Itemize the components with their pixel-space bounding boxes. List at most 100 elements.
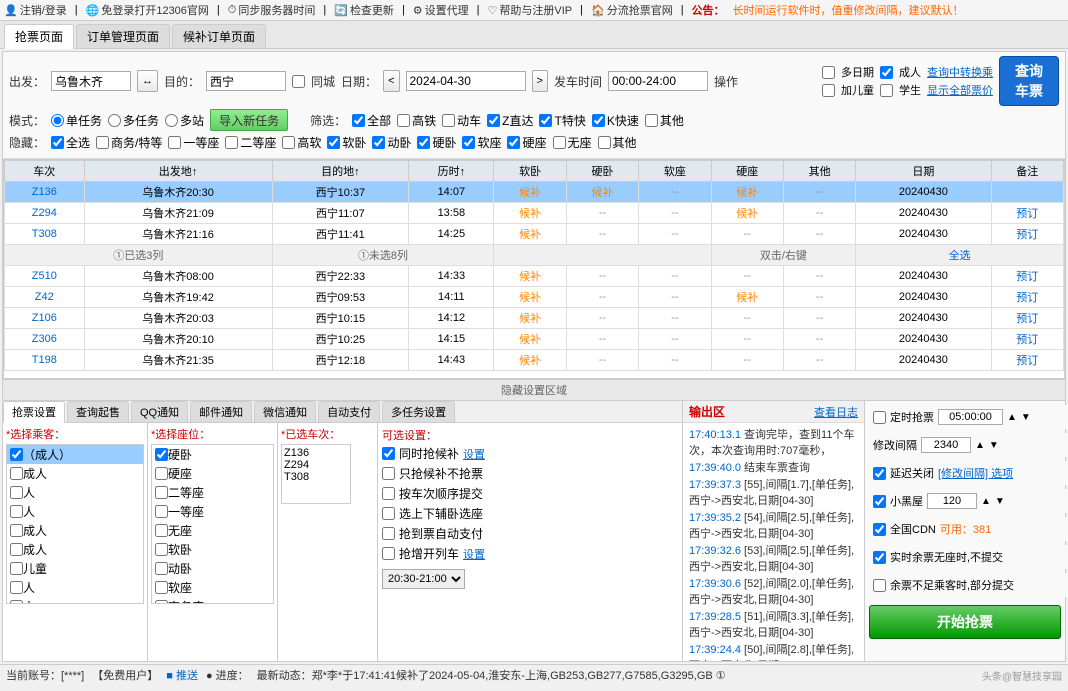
to-input[interactable] [206, 71, 286, 91]
hide-wuzuo[interactable]: 无座 [553, 134, 592, 151]
tab-wechat-notify[interactable]: 微信通知 [254, 401, 316, 422]
same-city-checkbox[interactable] [292, 75, 305, 88]
filter-other[interactable]: 其他 [645, 112, 684, 129]
train-link[interactable]: Z306 [32, 333, 57, 345]
col-ruanwo[interactable]: 软卧 [494, 161, 566, 182]
seat-item[interactable]: 硬座 [152, 464, 273, 483]
delay-close-checkbox[interactable] [873, 467, 886, 480]
train-list-item[interactable]: Z136 [284, 447, 348, 459]
option-auto-pay[interactable]: 抢到票自动支付 [382, 525, 678, 542]
prev-date-btn[interactable]: < [383, 70, 399, 92]
hide-vip[interactable]: 商务/特等 [96, 134, 162, 151]
tab-grab-settings[interactable]: 抢票设置 [3, 401, 65, 423]
col-ruanzuo[interactable]: 软座 [639, 161, 711, 182]
passenger-item[interactable]: 成人 [7, 540, 143, 559]
passenger-item[interactable]: 成人 [7, 521, 143, 540]
check-update-btn[interactable]: 🔄 检查更新 [334, 2, 394, 18]
mode-single[interactable]: 单任务 [51, 112, 102, 129]
time-input[interactable] [608, 71, 708, 91]
sync-time-btn[interactable]: ⏱ 同步服务器时间 [228, 2, 316, 18]
table-row[interactable]: T308 乌鲁木齐21:16 西宁11:41 14:25 候补 -- -- --… [5, 224, 1064, 245]
interval-input[interactable] [921, 437, 971, 453]
hide-second[interactable]: 二等座 [225, 134, 276, 151]
swap-btn[interactable]: ↔ [137, 70, 158, 92]
interval-spinner-down[interactable]: ▼ [989, 440, 999, 451]
option-extra-train[interactable]: 抢增开列车 设置 [382, 545, 678, 562]
passenger-list[interactable]: （成人） 成人 人 人 [6, 444, 144, 604]
interval-spinner-up[interactable]: ▲ [975, 440, 985, 451]
seat-item[interactable]: 硬卧 [152, 445, 273, 464]
timed-grab-checkbox[interactable] [873, 411, 886, 424]
vip-btn[interactable]: ♡ 帮助与注册VIP [488, 2, 573, 18]
passenger-item[interactable]: 儿童 [7, 559, 143, 578]
hide-yingwo[interactable]: 硬卧 [417, 134, 456, 151]
seat-item[interactable]: 无座 [152, 521, 273, 540]
hide-dongwo[interactable]: 动卧 [372, 134, 411, 151]
train-link[interactable]: Z510 [32, 270, 57, 282]
seat-item[interactable]: 二等座 [152, 483, 273, 502]
time-spinner-down[interactable]: ▼ [1021, 412, 1031, 423]
passenger-item[interactable]: 人 [7, 502, 143, 521]
multi-date-checkbox[interactable] [822, 66, 835, 79]
cdn-checkbox[interactable] [873, 523, 886, 536]
passenger-item[interactable]: （成人） [7, 445, 143, 464]
hide-yingzuo[interactable]: 硬座 [507, 134, 546, 151]
col-yingzuo[interactable]: 硬座 [711, 161, 783, 182]
option-backup-only[interactable]: 只抢候补不抢票 [382, 465, 678, 482]
query-btn[interactable]: 查询车票 [999, 56, 1059, 106]
filter-z[interactable]: Z直达 [487, 112, 533, 129]
timed-grab-time[interactable] [938, 409, 1003, 425]
col-yingwo[interactable]: 硬卧 [566, 161, 638, 182]
seat-item[interactable]: 软卧 [152, 540, 273, 559]
section-divider[interactable]: 隐藏设置区域 [3, 379, 1065, 401]
push-btn[interactable]: ■ 推送 [166, 667, 198, 683]
seat-item[interactable]: 软座 [152, 578, 273, 597]
partial-checkbox[interactable] [873, 579, 886, 592]
passenger-item[interactable]: 人 [7, 483, 143, 502]
seat-list[interactable]: 硬卧 硬座 二等座 一等座 [151, 444, 274, 604]
col-other[interactable]: 其他 [783, 161, 855, 182]
col-duration[interactable]: 历时↑ [409, 161, 494, 182]
filter-gaotie[interactable]: 高铁 [397, 112, 436, 129]
option-order-submit[interactable]: 按车次顺序提交 [382, 485, 678, 502]
hide-other[interactable]: 其他 [598, 134, 637, 151]
time-range-select[interactable]: 20:30-21:00 [382, 569, 465, 589]
tab-email-notify[interactable]: 邮件通知 [190, 401, 252, 422]
tab-auto-pay[interactable]: 自动支付 [318, 401, 380, 422]
hide-ruanzuo[interactable]: 软座 [462, 134, 501, 151]
add-child-checkbox[interactable] [822, 84, 835, 97]
realtime-checkbox[interactable] [873, 551, 886, 564]
hide-first[interactable]: 一等座 [168, 134, 219, 151]
tab-multi-task[interactable]: 多任务设置 [382, 401, 455, 422]
blacklist-spinner-up[interactable]: ▲ [981, 496, 991, 507]
delay-option-link[interactable]: [修改间隔] 选项 [938, 465, 1013, 481]
train-link[interactable]: Z106 [32, 312, 57, 324]
train-link[interactable]: T198 [32, 354, 57, 366]
tab-query-sale[interactable]: 查询起售 [67, 401, 129, 422]
seat-item[interactable]: 一等座 [152, 502, 273, 521]
hide-ruanwo[interactable]: 软卧 [327, 134, 366, 151]
filter-k[interactable]: K快速 [592, 112, 639, 129]
tab-order-manage[interactable]: 订单管理页面 [76, 24, 170, 48]
mode-multi[interactable]: 多任务 [108, 112, 159, 129]
col-from[interactable]: 出发地↑ [84, 161, 272, 182]
import-task-btn[interactable]: 导入新任务 [210, 109, 288, 131]
train-list[interactable]: Z136 Z294 T308 [281, 444, 351, 504]
passenger-item[interactable]: 成人 [7, 464, 143, 483]
train-link[interactable]: Z42 [35, 291, 54, 303]
passenger-item[interactable]: 人 [7, 597, 143, 604]
passenger-item[interactable]: 人 [7, 578, 143, 597]
seat-item[interactable]: 动卧 [152, 559, 273, 578]
col-date[interactable]: 日期 [856, 161, 991, 182]
official-site-btn[interactable]: 🏠 分流抢票官网 [591, 2, 673, 18]
table-row[interactable]: Z306 乌鲁木齐20:10 西宁10:25 14:15 候补 -- -- --… [5, 329, 1064, 350]
tab-qq-notify[interactable]: QQ通知 [131, 401, 188, 422]
option-simultaneous-backup[interactable]: 同时抢候补 设置 [382, 445, 678, 462]
proxy-btn[interactable]: ⚙ 设置代理 [413, 2, 469, 18]
set-link[interactable]: 设置 [463, 446, 485, 462]
train-link[interactable]: Z294 [32, 207, 57, 219]
blacklist-spinner-down[interactable]: ▼ [995, 496, 1005, 507]
col-note[interactable]: 备注 [991, 161, 1063, 182]
hide-all[interactable]: 全选 [51, 134, 90, 151]
train-link[interactable]: T308 [32, 228, 57, 240]
